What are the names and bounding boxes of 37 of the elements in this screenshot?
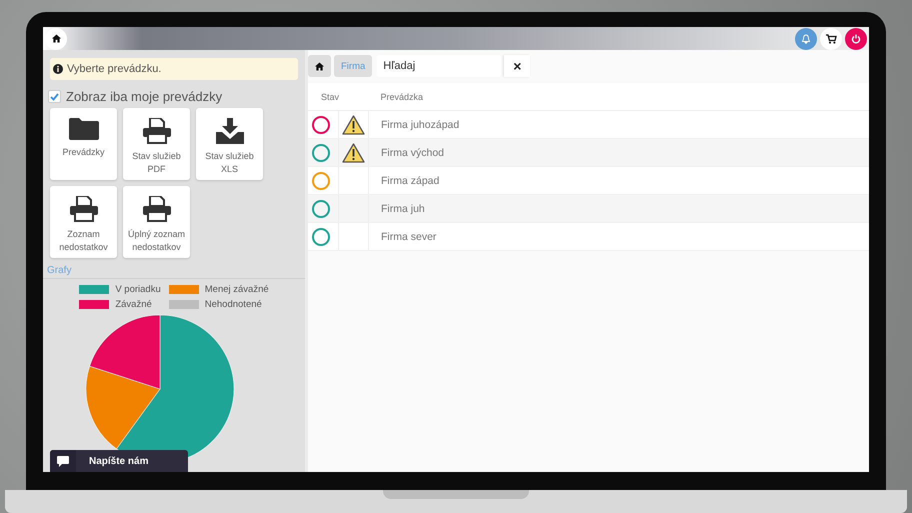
home-icon bbox=[315, 62, 324, 70]
column-header: Stav bbox=[308, 83, 368, 110]
cart-icon bbox=[826, 34, 836, 44]
power-button[interactable] bbox=[845, 28, 867, 50]
download-icon bbox=[216, 118, 244, 144]
printer-icon bbox=[142, 196, 170, 222]
home-icon bbox=[52, 34, 60, 43]
notice-text: Vyberte prevádzku. bbox=[67, 63, 162, 75]
section-title: Grafy bbox=[43, 265, 305, 279]
tile-button[interactable]: Stav služieb XLS bbox=[196, 108, 263, 180]
column-header: Prevádzka bbox=[368, 83, 869, 110]
tile-button[interactable]: Zoznam nedostatkov bbox=[50, 186, 117, 258]
legend-label: Závažné bbox=[115, 299, 152, 310]
tile-button[interactable]: Úplný zoznam nedostatkov bbox=[123, 186, 190, 258]
home-button[interactable] bbox=[45, 28, 67, 50]
table-cell: Firma východ bbox=[368, 138, 869, 166]
chat-button[interactable]: Napíšte nám bbox=[50, 450, 188, 472]
printer-icon bbox=[70, 196, 98, 222]
legend-label: Menej závažné bbox=[204, 284, 269, 295]
checkbox-label: Zobraz iba moje prevádzky bbox=[66, 89, 222, 104]
table-cell: Firma juh bbox=[368, 194, 869, 222]
printer-icon bbox=[142, 118, 170, 144]
legend-label: Nehodnotené bbox=[204, 299, 262, 310]
table-cell: Firma sever bbox=[368, 222, 869, 250]
legend-label: V poriadku bbox=[115, 284, 161, 295]
checkbox[interactable] bbox=[48, 90, 61, 103]
tile-button[interactable]: Prevádzky bbox=[50, 108, 117, 180]
bell-icon bbox=[801, 34, 811, 44]
search-field[interactable]: Hľadaj bbox=[377, 55, 502, 77]
home-crumb[interactable] bbox=[308, 55, 331, 77]
speech-bubble-icon bbox=[57, 456, 69, 466]
clear-button[interactable]: × bbox=[504, 55, 530, 77]
info-icon bbox=[53, 64, 63, 74]
tile-button[interactable]: Stav služieb PDF bbox=[123, 108, 190, 180]
cart-button[interactable] bbox=[820, 28, 842, 50]
folder-icon bbox=[68, 118, 98, 140]
power-icon bbox=[851, 34, 861, 44]
